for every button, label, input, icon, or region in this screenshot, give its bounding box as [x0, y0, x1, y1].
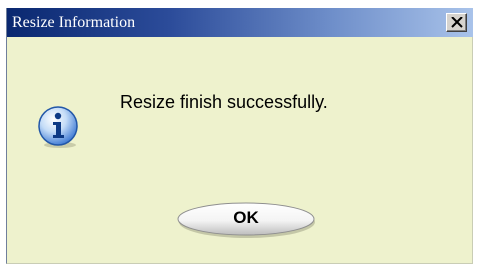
close-button[interactable]: [446, 13, 467, 32]
ok-button-label: OK: [233, 208, 259, 227]
title-bar[interactable]: Resize Information: [7, 8, 473, 37]
ok-button[interactable]: OK: [176, 200, 316, 240]
info-icon: [37, 105, 81, 149]
close-x-icon: [451, 17, 463, 28]
resize-information-dialog: Resize Information Resize finish success…: [6, 8, 473, 264]
window-title: Resize Information: [12, 14, 136, 31]
message-text: Resize finish successfully.: [120, 92, 328, 112]
